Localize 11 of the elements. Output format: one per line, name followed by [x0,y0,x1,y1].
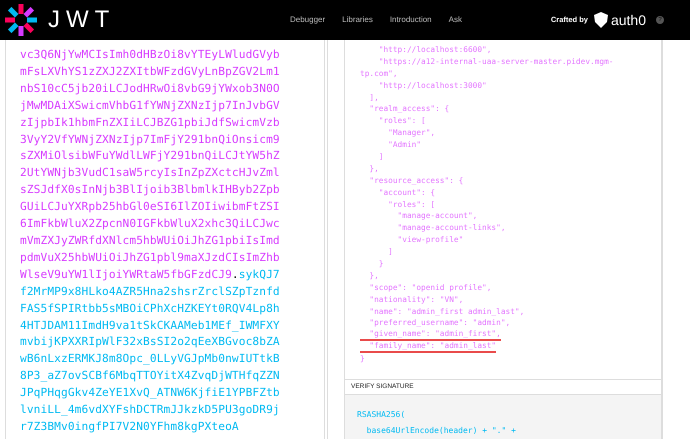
encoded-token-text[interactable]: vc3Q6NjYwMCIsImh0dHBzOi8vYTEyLWludGVybmFsLXVhYS1zZXJ2ZXItbWFzdGVyLnBpZGV2Lm1nbS10cC5jb20iLCJodHRwOi8vbG9jYWxob3N0OjMwMDAiXSwicmVhbG1fYWNjZXNzIjp7InJvbGVzIjpbIk1hbmFnZXIiLCJBZG1pbiJdfSwicmVzb3VyY2VfYWNjZXNzIjp7ImFjY291bnQiOnsicm9sZXMiOlsibWFuYWdlLWFjY291bnQiLCJtYW5hZ2UtYWNjb3VudC1saW5rcyIsInZpZXctcHJvZmlsZSJdfX0sInNjb3BlIjoib3BlbmlkIHByb2ZpbGUiLCJuYXRpb25hbGl0eSI6IlZOIiwibmFtZSI6ImFkbWluX2ZpcnN0IGFkbWluX2xhc3QiLCJwcmVmZXJyZWRfdXNlcm5hbWUiOiJhZG1pbiIsImdpdmVuX25hbWUiOiJhZG1pbl9maXJzdCIsImZhbWlseV9uYW1lIjoiYWRtaW5fbGFzdCJ9.sykQJ7f2MrMP9x8HLko4AZR5Hna2shsrZrclSZpTznfdFAS5fSPIRtbb5sMBOiCPhXcHZKEYt0RQV4Lp8h4HTJDAM11ImdH9va1tSkCKAAMeb1MEf_IWMFXYmvbijKPXXRIpWlF32xBsSI2o2qEeXBGvoc8bZAwB6nLxzERMKJ8m8Opc_0LLyVGJpMb0nwIUTtkB8P3_aZ7ovSCBf6MbqTTOYitX4ZvqDjWTHfqZZNJPqPHqgGkv4ZeYE1XvQ_ATNW6KjfiE1YPBFZtblvniLL_4m6vdXYFshDCTRmJJkzkD5PU3goDR9jr7Z3BMv0ingfPI7V2N0YFhm8kgPXteoA [20,47,283,436]
shield-icon [594,12,608,28]
logo-text: JWT [48,5,116,35]
nav-link[interactable]: Ask [448,14,462,26]
nav-link[interactable]: Debugger [290,14,326,26]
logo-icon [4,3,38,37]
nav-link[interactable]: Libraries [342,14,373,26]
brand-name: auth0 [610,10,646,30]
code-line: base64UrlEncode(header) + "." + [366,425,516,437]
code-line: RSASHA256( [357,409,406,421]
nav-link[interactable]: Introduction [390,14,432,26]
